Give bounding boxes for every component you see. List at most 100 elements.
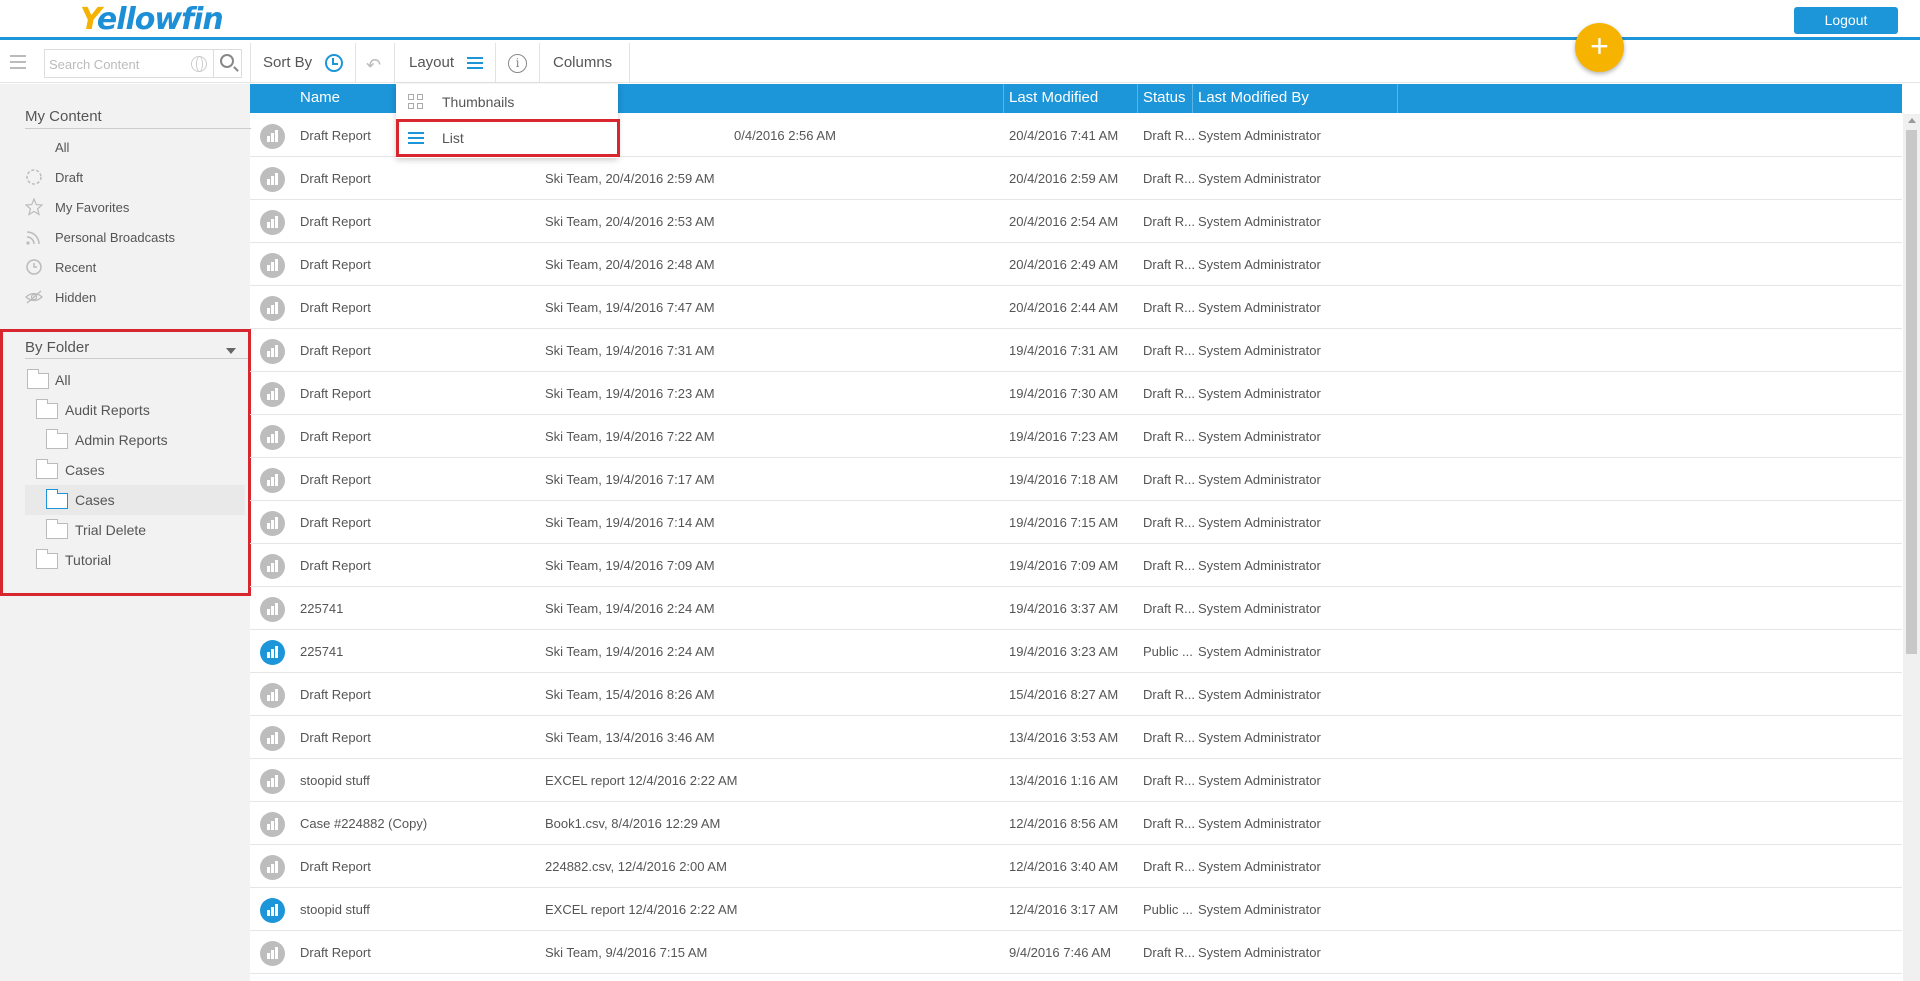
search-box — [44, 49, 242, 78]
last-modified: 19/4/2016 7:31 AM — [1009, 343, 1119, 358]
report-chart-icon[interactable] — [260, 554, 285, 579]
search-icon[interactable] — [220, 54, 234, 68]
status: Draft R... — [1143, 300, 1196, 315]
table-row[interactable]: Draft Report Ski Team, 20/4/2016 2:53 AM 2… — [250, 200, 1902, 243]
column-header-last-modified[interactable]: Last Modified — [1009, 89, 1098, 106]
scroll-up-arrow[interactable] — [1908, 118, 1916, 123]
table-row[interactable]: Draft Report Ski Team, 19/4/2016 7:31 AM 1… — [250, 329, 1902, 372]
table-row[interactable]: Draft Report Ski Team, 20/4/2016 2:48 AM 2… — [250, 243, 1902, 286]
report-name[interactable]: 225741 — [300, 644, 343, 659]
table-row[interactable]: Draft Report Ski Team, 19/4/2016 7:09 AM 1… — [250, 544, 1902, 587]
report-name[interactable]: stoopid stuff — [300, 773, 370, 788]
table-row[interactable]: 225741 Ski Team, 19/4/2016 2:24 AM 19/4/20… — [250, 587, 1902, 630]
table-row[interactable]: Draft Report Ski Team, 19/4/2016 7:22 AM 1… — [250, 415, 1902, 458]
table-row[interactable]: Draft Report Ski Team, 15/4/2016 8:26 AM 1… — [250, 673, 1902, 716]
report-name[interactable]: 225741 — [300, 601, 343, 616]
report-chart-icon[interactable] — [260, 855, 285, 880]
logo-text: ellowfin — [96, 2, 224, 37]
report-chart-icon[interactable] — [260, 425, 285, 450]
report-name[interactable]: Draft Report — [300, 343, 371, 358]
report-name[interactable]: Case #224882 (Copy) — [300, 816, 427, 831]
report-chart-icon[interactable] — [260, 941, 285, 966]
report-name[interactable]: Draft Report — [300, 386, 371, 401]
column-header-status[interactable]: Status — [1143, 89, 1186, 106]
last-modified: 19/4/2016 3:37 AM — [1009, 601, 1119, 616]
table-row[interactable]: Draft Report Ski Team, 19/4/2016 7:23 AM 1… — [250, 372, 1902, 415]
table-row[interactable]: Draft Report Ski Team, 19/4/2016 7:17 AM 1… — [250, 458, 1902, 501]
report-name[interactable]: Draft Report — [300, 687, 371, 702]
report-name[interactable]: Draft Report — [300, 730, 371, 745]
sidebar-item-draft[interactable]: Draft — [25, 166, 245, 192]
report-name[interactable]: Draft Report — [300, 214, 371, 229]
report-chart-icon[interactable] — [260, 468, 285, 493]
report-chart-icon[interactable] — [260, 339, 285, 364]
add-content-button[interactable]: + — [1575, 23, 1624, 72]
table-row[interactable]: Draft Report 224882.csv, 12/4/2016 2:00 A… — [250, 845, 1902, 888]
table-row[interactable]: Case #224882 (Copy) Book1.csv, 8/4/2016 1… — [250, 802, 1902, 845]
divider — [1192, 84, 1193, 113]
sidebar-item-all[interactable]: All — [25, 136, 245, 162]
columns-button[interactable]: Columns — [553, 54, 612, 71]
logout-button[interactable]: Logout — [1794, 7, 1898, 34]
table-row[interactable]: 225741 Ski Team, 19/4/2016 2:24 AM 19/4/20… — [250, 630, 1902, 673]
globe-icon[interactable] — [191, 56, 207, 72]
report-chart-icon[interactable] — [260, 296, 285, 321]
report-chart-icon[interactable] — [260, 210, 285, 235]
last-modified: 9/4/2016 7:46 AM — [1009, 945, 1111, 960]
status: Draft R... — [1143, 429, 1196, 444]
report-chart-icon[interactable] — [260, 898, 285, 923]
table-row[interactable]: Draft Report Ski Team, 19/4/2016 7:47 AM 2… — [250, 286, 1902, 329]
table-row[interactable]: Draft Report Ski Team, 20/4/2016 2:59 AM 2… — [250, 157, 1902, 200]
clock-icon[interactable] — [325, 54, 343, 72]
search-input[interactable] — [49, 54, 189, 74]
sidebar-item-label: Draft — [55, 170, 84, 185]
report-chart-icon[interactable] — [260, 167, 285, 192]
scrollbar[interactable] — [1903, 114, 1920, 981]
sidebar-item-hidden[interactable]: Hidden — [25, 286, 245, 312]
scrollbar-thumb[interactable] — [1906, 130, 1917, 654]
report-name[interactable]: stoopid stuff — [300, 902, 370, 917]
sidebar-item-recent[interactable]: Recent — [25, 256, 245, 282]
undo-icon[interactable]: ↶ — [366, 55, 381, 76]
sidebar-item-personal-broadcasts[interactable]: Personal Broadcasts — [25, 226, 245, 252]
report-name[interactable]: Draft Report — [300, 558, 371, 573]
info-icon[interactable]: i — [508, 54, 527, 73]
list-icon[interactable] — [467, 57, 483, 72]
report-description: Ski Team, 9/4/2016 7:15 AM — [545, 945, 708, 960]
layout-button[interactable]: Layout — [409, 54, 454, 71]
report-chart-icon[interactable] — [260, 511, 285, 536]
table-row[interactable]: stoopid stuff EXCEL report 12/4/2016 2:22… — [250, 759, 1902, 802]
report-chart-icon[interactable] — [260, 726, 285, 751]
my-content-heading: My Content — [25, 108, 102, 125]
column-header-last-modified-by[interactable]: Last Modified By — [1198, 89, 1309, 106]
report-name[interactable]: Draft Report — [300, 128, 371, 143]
table-row[interactable]: Draft Report Ski Team, 19/4/2016 7:14 AM 1… — [250, 501, 1902, 544]
report-name[interactable]: Draft Report — [300, 257, 371, 272]
report-name[interactable]: Draft Report — [300, 171, 371, 186]
report-name[interactable]: Draft Report — [300, 859, 371, 874]
report-chart-icon[interactable] — [260, 382, 285, 407]
report-chart-icon[interactable] — [260, 683, 285, 708]
report-chart-icon[interactable] — [260, 769, 285, 794]
report-name[interactable]: Draft Report — [300, 429, 371, 444]
sidebar-item-my-favorites[interactable]: My Favorites — [24, 196, 245, 222]
column-header-name[interactable]: Name — [300, 89, 340, 106]
last-modified: 12/4/2016 8:56 AM — [1009, 816, 1119, 831]
report-chart-icon[interactable] — [260, 253, 285, 278]
report-name[interactable]: Draft Report — [300, 515, 371, 530]
layout-option-thumbnails[interactable]: Thumbnails — [396, 84, 618, 120]
yellowfin-logo[interactable]: Yellowfin — [80, 2, 224, 37]
report-name[interactable]: Draft Report — [300, 472, 371, 487]
sort-by-button[interactable]: Sort By — [263, 54, 312, 71]
table-row[interactable]: Draft Report Ski Team, 9/4/2016 7:15 AM 9/… — [250, 931, 1902, 974]
report-chart-icon[interactable] — [260, 124, 285, 149]
menu-icon[interactable] — [10, 55, 26, 69]
report-chart-icon[interactable] — [260, 597, 285, 622]
last-modified: 20/4/2016 7:41 AM — [1009, 128, 1119, 143]
report-chart-icon[interactable] — [260, 812, 285, 837]
report-name[interactable]: Draft Report — [300, 300, 371, 315]
table-row[interactable]: stoopid stuff EXCEL report 12/4/2016 2:22… — [250, 888, 1902, 931]
report-chart-icon[interactable] — [260, 640, 285, 665]
table-row[interactable]: Draft Report Ski Team, 13/4/2016 3:46 AM 1… — [250, 716, 1902, 759]
report-name[interactable]: Draft Report — [300, 945, 371, 960]
